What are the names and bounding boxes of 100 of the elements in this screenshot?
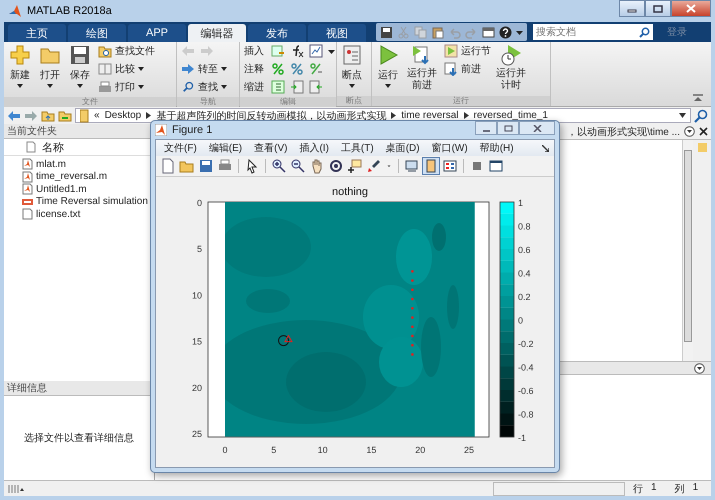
close-button[interactable] xyxy=(519,121,555,135)
caret-icon[interactable] xyxy=(679,113,686,118)
open-button[interactable]: 打开 xyxy=(36,43,64,95)
plot-title: nothing xyxy=(332,186,368,198)
chevron-right-icon xyxy=(464,112,468,119)
scroll-bar[interactable] xyxy=(683,140,693,361)
run-section-button[interactable]: 运行节 xyxy=(444,43,491,59)
advance-button[interactable]: 前进 xyxy=(444,61,491,77)
brush-icon[interactable] xyxy=(366,158,382,174)
path-segment[interactable]: Desktop xyxy=(104,110,142,121)
details-message: 选择文件以查看详细信息 xyxy=(24,432,134,445)
help-icon[interactable] xyxy=(499,26,512,38)
chart-icon[interactable] xyxy=(309,44,323,58)
menu-item[interactable]: 查看(V) xyxy=(254,141,288,155)
menu-item[interactable]: 桌面(D) xyxy=(386,141,420,155)
y-tick-label: 25 xyxy=(192,429,202,439)
breakpoints-button[interactable]: 断点 xyxy=(339,43,365,94)
menu-item[interactable]: 文件(F) xyxy=(164,141,197,155)
go-to-button[interactable]: 转至 xyxy=(181,61,227,77)
menu-item[interactable]: 工具(T) xyxy=(340,141,374,155)
column-value: 1 xyxy=(692,482,698,494)
ribbon-tab[interactable]: APP xyxy=(128,24,186,42)
insert-section-icon[interactable] xyxy=(271,44,285,58)
scroll-thumb[interactable] xyxy=(684,150,692,342)
grip-icon[interactable] xyxy=(8,484,24,494)
compare-icon xyxy=(98,62,112,76)
new-file-icon[interactable] xyxy=(160,158,176,174)
menu-item[interactable]: 插入(I) xyxy=(299,141,329,155)
colorbar-icon[interactable] xyxy=(423,158,439,174)
function-icon[interactable] xyxy=(290,44,304,58)
menu-item[interactable]: 编辑(E) xyxy=(208,141,242,155)
find-button[interactable]: 查找 xyxy=(181,79,227,95)
insert-label: 插入 xyxy=(244,44,265,58)
row-value: 1 xyxy=(651,482,657,494)
ribbon-tab[interactable]: 主页 xyxy=(8,24,66,42)
clipboard-icon[interactable] xyxy=(431,26,444,38)
ribbon-tab[interactable]: 编辑器 xyxy=(188,24,246,42)
path-segment[interactable]: 基于超声阵列的时间反转动画模拟，以动画形式实现 xyxy=(156,108,386,122)
zoom-in-icon[interactable] xyxy=(271,158,287,174)
folder-up-icon[interactable] xyxy=(41,110,55,122)
document-icon xyxy=(26,141,36,153)
minimize-button[interactable] xyxy=(619,0,645,17)
file-item[interactable]: Time Reversal simulation xyxy=(4,196,154,208)
data-cursor-icon[interactable] xyxy=(347,158,363,174)
group-label: 断点 xyxy=(337,96,371,106)
run-and-time-button[interactable]: 运行并计时 xyxy=(493,43,529,94)
file-item[interactable]: Untitled1.m xyxy=(4,183,154,196)
save-icon[interactable] xyxy=(380,26,393,38)
menu-item[interactable]: 帮助(H) xyxy=(480,141,514,155)
save-icon[interactable] xyxy=(198,158,214,174)
wrap-comment-icon[interactable] xyxy=(309,62,323,76)
smart-indent-icon[interactable] xyxy=(271,80,285,94)
percent-icon[interactable] xyxy=(271,62,285,76)
back-arrow-icon[interactable] xyxy=(7,110,21,122)
x-tick-label: 15 xyxy=(366,445,376,455)
legend-icon[interactable] xyxy=(442,158,458,174)
x-tick-label: 5 xyxy=(271,445,276,455)
run-and-advance-button[interactable]: 运行并前进 xyxy=(404,43,440,94)
search-icon[interactable] xyxy=(694,108,708,122)
maximize-button[interactable] xyxy=(497,121,519,135)
file-item[interactable]: mlat.m xyxy=(4,158,154,170)
ribbon-tab[interactable]: 发布 xyxy=(248,24,306,42)
compare-button[interactable]: 比较 xyxy=(98,61,155,77)
search-field[interactable]: 搜索文档 xyxy=(533,24,653,40)
y-tick-label: 20 xyxy=(192,382,202,393)
run-button[interactable]: 运行 xyxy=(374,43,402,94)
layout-icon[interactable] xyxy=(482,26,495,38)
outdent-icon[interactable] xyxy=(309,80,323,94)
path-segment[interactable]: time reversal xyxy=(401,110,458,121)
caret-icon xyxy=(221,85,227,89)
zoom-out-icon[interactable] xyxy=(290,158,306,174)
matlab-logo-icon xyxy=(8,4,22,18)
find-files-button[interactable]: 查找文件 xyxy=(98,43,155,59)
caret-icon xyxy=(138,67,144,71)
indent-icon[interactable] xyxy=(290,80,304,94)
maximize-button[interactable] xyxy=(645,0,671,17)
path-segment[interactable]: reversed_time_1 xyxy=(474,110,548,121)
rotate-icon[interactable] xyxy=(328,158,344,174)
file-item[interactable]: time_reversal.m xyxy=(4,170,154,183)
close-icon[interactable] xyxy=(699,127,708,136)
ribbon-tab[interactable]: 视图 xyxy=(308,24,366,42)
x-tick-label: 25 xyxy=(464,445,474,455)
print-button[interactable]: 打印 xyxy=(98,79,155,95)
menu-item[interactable]: 窗口(W) xyxy=(432,141,468,155)
x-tick-label: 10 xyxy=(318,445,328,455)
ribbon-tab[interactable]: 绘图 xyxy=(68,24,126,42)
dropdown-circle-icon[interactable] xyxy=(684,126,695,137)
dock-arrow-icon[interactable] xyxy=(542,144,549,152)
window-icon[interactable] xyxy=(488,158,504,174)
save-button[interactable]: 保存 xyxy=(66,43,94,95)
colorbar-tick-label: -1 xyxy=(518,433,526,443)
chevron-right-icon xyxy=(146,112,152,119)
minimize-button[interactable] xyxy=(475,121,497,135)
close-button[interactable] xyxy=(671,0,711,17)
file-item[interactable]: license.txt xyxy=(4,208,154,220)
new-button[interactable]: 新建 xyxy=(6,43,34,95)
browse-folder-icon[interactable] xyxy=(58,110,72,122)
script-file-icon xyxy=(22,170,33,183)
collapse-ribbon-icon[interactable] xyxy=(693,94,703,102)
dropdown-circle-icon[interactable] xyxy=(694,362,705,374)
